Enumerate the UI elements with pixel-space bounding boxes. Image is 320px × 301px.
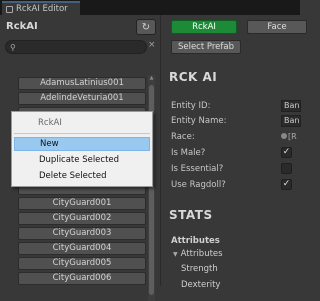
entity-name-label: Entity Name: (171, 116, 227, 126)
clear-search-icon[interactable]: × (148, 40, 156, 50)
list-item[interactable]: AdelindeVeturia001 (18, 92, 146, 105)
race-value: [R (288, 132, 297, 141)
section-heading: RCK AI (169, 70, 218, 84)
entity-id-label: Entity ID: (171, 101, 211, 111)
list-item[interactable]: AdamusLatinius001 (18, 77, 146, 90)
editor-tab-label: RckAI Editor (16, 4, 68, 14)
stat-strength: Strength (181, 264, 218, 274)
context-menu: RckAI New Duplicate Selected Delete Sele… (11, 111, 153, 187)
list-item[interactable]: CityGuard006 (18, 272, 146, 285)
window-tab-bar: RckAI Editor (0, 0, 300, 15)
use-ragdoll-label: Use Ragdoll? (171, 180, 226, 190)
inspector-panel: RckAI Face Select Prefab RCK AI Entity I… (160, 15, 307, 290)
list-item[interactable]: CityGuard004 (18, 242, 146, 255)
select-prefab-button[interactable]: Select Prefab (171, 40, 241, 54)
list-item[interactable]: CityGuard002 (18, 212, 146, 225)
object-picker-icon (281, 133, 287, 139)
window-icon (6, 5, 13, 13)
use-ragdoll-checkbox[interactable]: ✓ (281, 179, 292, 190)
menu-item-new[interactable]: New (14, 137, 150, 151)
refresh-button[interactable]: ↻ (136, 19, 156, 35)
attributes-heading: Attributes (171, 236, 220, 246)
list-scrollbar[interactable]: ▲ (148, 75, 155, 301)
list-item[interactable]: CityGuard003 (18, 227, 146, 240)
menu-divider (14, 133, 150, 134)
panel-title: RckAI (6, 21, 38, 32)
entity-name-field[interactable]: Ban (281, 115, 301, 127)
search-input[interactable] (20, 42, 140, 52)
search-field[interactable]: ⚲ (5, 40, 147, 54)
menu-item-duplicate-selected[interactable]: Duplicate Selected (14, 153, 150, 167)
stats-heading: STATS (169, 208, 213, 222)
attributes-foldout[interactable]: ▼ Attributes (173, 249, 223, 259)
attributes-foldout-label: Attributes (180, 249, 223, 259)
refresh-icon: ↻ (141, 21, 151, 33)
is-male-label: Is Male? (171, 148, 206, 158)
is-essential-label: Is Essential? (171, 164, 224, 174)
scroll-up-icon[interactable]: ▲ (148, 75, 155, 81)
menu-item-delete-selected[interactable]: Delete Selected (14, 169, 150, 183)
context-menu-header: RckAI (38, 118, 62, 128)
stat-dexterity: Dexterity (181, 280, 221, 290)
list-item[interactable]: CityGuard005 (18, 257, 146, 270)
is-essential-checkbox[interactable] (281, 163, 292, 174)
search-icon: ⚲ (10, 43, 16, 52)
tab-rckai[interactable]: RckAI (171, 20, 237, 34)
editor-tab[interactable]: RckAI Editor (2, 1, 80, 15)
entity-id-field[interactable]: Ban (281, 100, 301, 112)
tab-face[interactable]: Face (247, 20, 307, 34)
race-label: Race: (171, 132, 195, 142)
list-item[interactable]: CityGuard001 (18, 197, 146, 210)
foldout-arrow-icon[interactable]: ▼ (173, 251, 178, 258)
race-field[interactable]: [R (281, 132, 301, 141)
is-male-checkbox[interactable]: ✓ (281, 147, 292, 158)
